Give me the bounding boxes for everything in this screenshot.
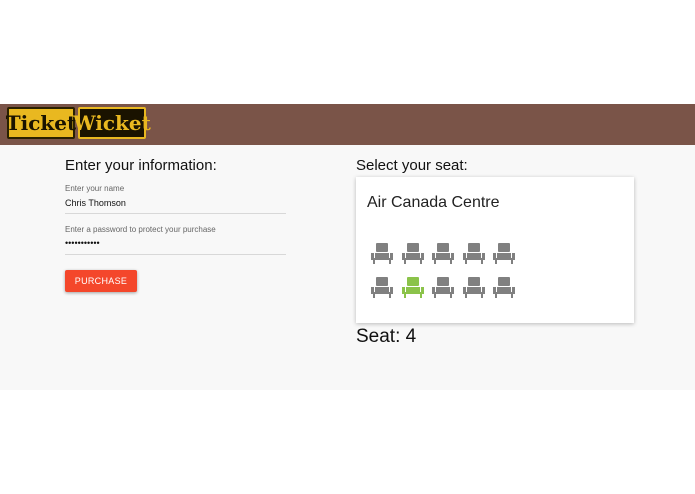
venue-name: Air Canada Centre <box>367 194 500 211</box>
armchair-icon <box>401 241 425 265</box>
seat-5[interactable] <box>492 241 516 265</box>
name-field[interactable]: Chris Thomson <box>65 198 126 208</box>
armchair-icon <box>431 241 455 265</box>
armchair-icon <box>492 241 516 265</box>
armchair-icon <box>462 241 486 265</box>
password-field-label: Enter a password to protect your purchas… <box>65 225 216 234</box>
seat-6[interactable] <box>370 275 394 299</box>
armchair-icon <box>462 275 486 299</box>
armchair-icon <box>431 275 455 299</box>
logo-ticket-mark: Ticket <box>6 107 76 139</box>
password-field[interactable]: ••••••••••• <box>65 238 100 248</box>
seat-selected-7[interactable] <box>401 275 425 299</box>
seat-1[interactable] <box>370 241 394 265</box>
seat-4[interactable] <box>462 241 486 265</box>
armchair-icon <box>401 275 425 299</box>
seat-9[interactable] <box>462 275 486 299</box>
armchair-icon <box>492 275 516 299</box>
seat-2[interactable] <box>401 241 425 265</box>
selected-seat-readout: Seat: 4 <box>356 326 417 347</box>
info-heading: Enter your information: <box>65 157 217 174</box>
purchase-button[interactable]: PURCHASE <box>65 270 137 292</box>
password-field-underline <box>65 254 286 255</box>
ticket-wicket-logo[interactable]: Ticket Wicket <box>6 107 151 139</box>
armchair-icon <box>370 275 394 299</box>
seat-3[interactable] <box>431 241 455 265</box>
seat-8[interactable] <box>431 275 455 299</box>
armchair-icon <box>370 241 394 265</box>
name-field-label: Enter your name <box>65 184 125 193</box>
logo-wicket-mark: Wicket <box>73 107 151 139</box>
name-field-underline <box>65 213 286 214</box>
seat-10[interactable] <box>492 275 516 299</box>
seat-heading: Select your seat: <box>356 157 468 174</box>
